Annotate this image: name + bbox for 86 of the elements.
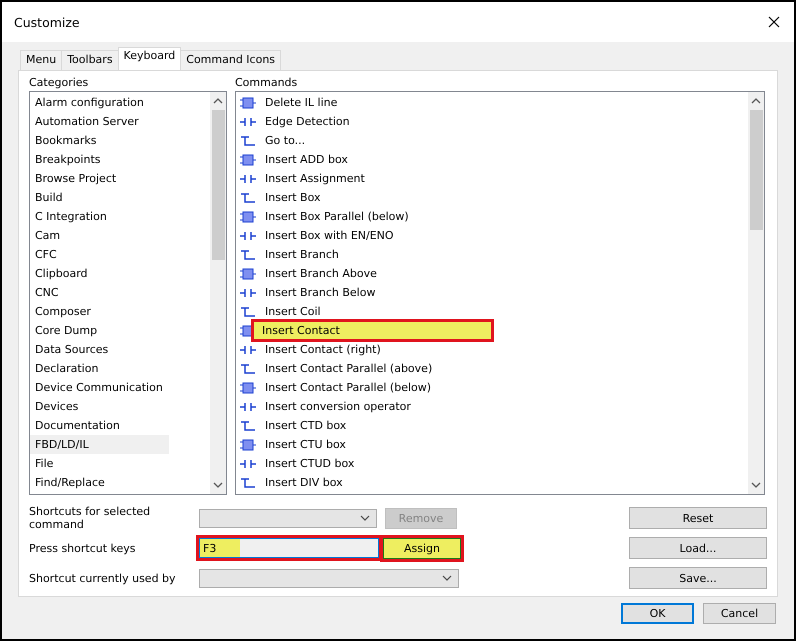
- command-item[interactable]: Insert Box: [262, 189, 324, 206]
- command-item[interactable]: Insert conversion operator: [262, 398, 414, 415]
- contact-icon: [240, 116, 256, 128]
- command-item[interactable]: Go to...: [262, 132, 308, 149]
- scrollbar-thumb[interactable]: [750, 110, 762, 230]
- contact-icon: [240, 172, 256, 184]
- category-item[interactable]: Documentation: [30, 416, 169, 435]
- category-item[interactable]: FBD/LD/IL: [30, 435, 169, 454]
- block-icon: [240, 154, 256, 166]
- tab[interactable]: Keyboard: [118, 47, 182, 70]
- dialog-button[interactable]: OK: [621, 603, 694, 624]
- caret-icon: [360, 515, 370, 521]
- block-icon: [240, 210, 256, 222]
- command-item[interactable]: Insert Branch Above: [262, 265, 380, 282]
- branch-icon: [240, 420, 256, 432]
- block-icon: [240, 438, 256, 450]
- dialog-button[interactable]: Cancel: [703, 603, 776, 624]
- branch-icon: [240, 134, 256, 146]
- scrollbar-thumb[interactable]: [212, 110, 224, 260]
- tab[interactable]: Command Icons: [180, 50, 282, 70]
- scrollbar[interactable]: [748, 92, 764, 494]
- used-by-dropdown[interactable]: [199, 568, 459, 588]
- category-item[interactable]: Breakpoints: [30, 150, 169, 169]
- command-item[interactable]: Insert Contact Parallel (below): [262, 379, 434, 396]
- side-button[interactable]: Save...: [629, 567, 767, 589]
- category-item[interactable]: Find/Replace: [30, 473, 169, 492]
- category-item[interactable]: Cam: [30, 226, 169, 245]
- command-item[interactable]: Insert Contact: [254, 322, 491, 339]
- command-item[interactable]: Insert Coil: [262, 303, 324, 320]
- category-item[interactable]: CNC: [30, 283, 169, 302]
- command-item[interactable]: Insert CTU box: [262, 436, 349, 453]
- command-item[interactable]: Edge Detection: [262, 113, 353, 130]
- category-item[interactable]: Core Dump: [30, 321, 169, 340]
- press-shortcut-label: Press shortcut keys: [29, 542, 137, 554]
- tab[interactable]: Menu: [20, 50, 62, 70]
- branch-icon: [240, 192, 256, 204]
- category-item[interactable]: Devices: [30, 397, 169, 416]
- caret-icon: [442, 575, 452, 581]
- close-icon[interactable]: [768, 16, 780, 28]
- category-item[interactable]: Automation Server: [30, 112, 169, 131]
- commands-label: Commands: [235, 75, 298, 91]
- branch-icon: [240, 248, 256, 260]
- category-item[interactable]: Data Sources: [30, 340, 169, 359]
- command-item[interactable]: Insert ADD box: [262, 151, 351, 168]
- categories-label: Categories: [29, 75, 90, 91]
- side-button[interactable]: Reset: [629, 507, 767, 529]
- shortcuts-dropdown[interactable]: [199, 508, 377, 528]
- branch-icon: [240, 306, 256, 318]
- contact-icon: [240, 458, 256, 470]
- command-item[interactable]: Insert CTUD box: [262, 455, 358, 472]
- contact-icon: [240, 400, 256, 412]
- contact-icon: [240, 286, 256, 298]
- category-item[interactable]: File: [30, 454, 169, 473]
- block-icon: [240, 96, 256, 108]
- side-button[interactable]: Load...: [629, 537, 767, 559]
- command-item[interactable]: Insert Branch Below: [262, 284, 378, 301]
- command-item[interactable]: Insert Contact Parallel (above): [262, 360, 436, 377]
- category-item[interactable]: Clipboard: [30, 264, 169, 283]
- command-item[interactable]: Insert Branch: [262, 246, 342, 263]
- category-item[interactable]: Browse Project: [30, 169, 169, 188]
- command-item[interactable]: Insert Contact (right): [262, 341, 384, 358]
- block-icon: [240, 382, 256, 394]
- category-item[interactable]: CFC: [30, 245, 169, 264]
- scrollbar[interactable]: [210, 92, 226, 494]
- window-title: Customize: [14, 14, 80, 30]
- command-item[interactable]: Insert Assignment: [262, 170, 368, 187]
- category-item[interactable]: Bookmarks: [30, 131, 169, 150]
- category-item[interactable]: Declaration: [30, 359, 169, 378]
- shortcuts-label: Shortcuts for selected command: [29, 505, 152, 531]
- contact-icon: [240, 230, 256, 242]
- command-item[interactable]: Insert DIV box: [262, 474, 346, 491]
- category-item[interactable]: Alarm configuration: [30, 93, 169, 112]
- branch-icon: [240, 476, 256, 488]
- branch-icon: [240, 362, 256, 374]
- command-item[interactable]: Insert Box with EN/ENO: [262, 227, 397, 244]
- used-by-label: Shortcut currently used by: [29, 572, 177, 584]
- block-icon: [240, 268, 256, 280]
- category-item[interactable]: Device Communication: [30, 378, 169, 397]
- category-item[interactable]: C Integration: [30, 207, 169, 226]
- contact-icon: [240, 344, 256, 356]
- command-item[interactable]: Delete IL line: [262, 94, 340, 111]
- command-item[interactable]: Insert Box Parallel (below): [262, 208, 412, 225]
- category-item[interactable]: Composer: [30, 302, 169, 321]
- shortcut-field[interactable]: F3: [199, 538, 379, 558]
- command-item[interactable]: Insert CTD box: [262, 417, 350, 434]
- category-item[interactable]: Build: [30, 188, 169, 207]
